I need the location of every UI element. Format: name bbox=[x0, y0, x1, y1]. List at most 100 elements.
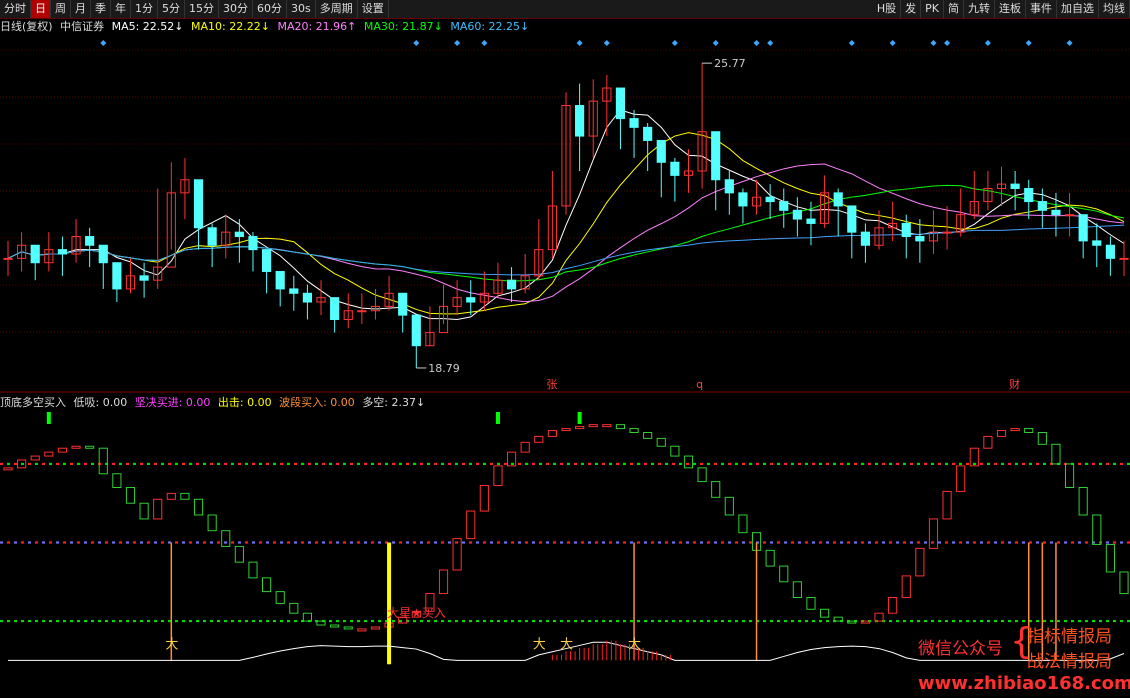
candle-body bbox=[575, 105, 585, 137]
oscillator-block bbox=[820, 608, 830, 618]
oscillator-block bbox=[738, 514, 748, 534]
signal-diamond bbox=[671, 40, 678, 46]
oscillator-block bbox=[438, 569, 449, 595]
oscillator-block bbox=[942, 490, 952, 520]
oscillator-block bbox=[1037, 432, 1047, 445]
oscillator-block bbox=[643, 432, 653, 439]
oscillator-block bbox=[792, 581, 802, 598]
candle-body bbox=[738, 192, 748, 207]
event-marker: q bbox=[696, 378, 703, 391]
oscillator-block bbox=[493, 465, 503, 487]
signal-diamond bbox=[603, 40, 610, 46]
candle-body bbox=[901, 222, 911, 238]
runner-icon: 大 bbox=[628, 638, 641, 653]
oscillator-block bbox=[983, 435, 993, 449]
signal-diamond bbox=[1066, 40, 1073, 46]
signal-diamond bbox=[930, 40, 937, 46]
wechat-watermark: 微信公众号 bbox=[918, 639, 1003, 659]
oscillator-block bbox=[234, 545, 244, 563]
candle-body bbox=[833, 192, 843, 207]
oscillator-block bbox=[724, 496, 734, 516]
candle-body bbox=[765, 196, 775, 203]
top-green-marker bbox=[495, 412, 500, 424]
max-price-label: 25.77 bbox=[714, 57, 746, 70]
oscillator-block bbox=[1051, 443, 1061, 465]
oscillator-block bbox=[561, 428, 571, 432]
oscillator-block bbox=[1092, 514, 1102, 545]
signal-diamond bbox=[944, 40, 951, 46]
oscillator-block bbox=[330, 624, 340, 628]
kline-chart[interactable]: 25.7718.79张 q 财大星★买入大大大大 bbox=[0, 0, 1130, 698]
candle-body bbox=[193, 179, 204, 229]
candle-body bbox=[806, 218, 816, 224]
oscillator-block bbox=[139, 502, 149, 520]
oscillator-block bbox=[1024, 428, 1034, 434]
oscillator-block bbox=[289, 602, 299, 614]
oscillator-block bbox=[656, 437, 666, 447]
candle-body bbox=[1078, 214, 1088, 242]
oscillator-block bbox=[779, 565, 789, 583]
runner-icon: 大 bbox=[165, 638, 178, 653]
oscillator-block bbox=[874, 612, 884, 622]
signal-diamond bbox=[984, 40, 991, 46]
oscillator-block bbox=[30, 455, 40, 461]
oscillator-block bbox=[1010, 428, 1020, 432]
oscillator-block bbox=[262, 577, 272, 593]
oscillator-block bbox=[193, 498, 204, 516]
candle-body bbox=[330, 297, 340, 320]
oscillator-block bbox=[248, 561, 258, 579]
candle-body bbox=[112, 262, 122, 290]
oscillator-block bbox=[629, 428, 639, 434]
candle-body bbox=[506, 279, 517, 290]
oscillator-block bbox=[466, 510, 476, 540]
oscillator-block bbox=[343, 626, 353, 630]
oscillator-block bbox=[915, 547, 925, 577]
candle-body bbox=[643, 126, 653, 141]
oscillator-block bbox=[44, 451, 54, 457]
candle-body bbox=[1051, 209, 1061, 216]
candle-body bbox=[1119, 257, 1129, 260]
oscillator-block bbox=[85, 445, 95, 449]
oscillator-block bbox=[615, 424, 626, 430]
signal-diamond bbox=[576, 40, 583, 46]
candle-body bbox=[779, 201, 789, 211]
candle-body bbox=[860, 231, 870, 246]
top-green-marker bbox=[577, 412, 582, 424]
oscillator-block bbox=[3, 467, 13, 471]
oscillator-block bbox=[1064, 463, 1075, 488]
signal-diamond bbox=[100, 40, 107, 46]
oscillator-block bbox=[153, 498, 163, 520]
oscillator-block bbox=[888, 597, 898, 614]
candle-body bbox=[357, 310, 367, 313]
runner-icon: 大 bbox=[560, 638, 573, 653]
event-marker: 财 bbox=[1009, 377, 1020, 391]
oscillator-block bbox=[996, 430, 1007, 437]
oscillator-block bbox=[928, 518, 939, 549]
oscillator-block bbox=[479, 485, 489, 512]
candle-body bbox=[656, 139, 666, 163]
candle-body bbox=[30, 244, 40, 264]
star-buy-label: 大星★买入 bbox=[387, 606, 446, 620]
signal-diamond bbox=[767, 40, 774, 46]
oscillator-block bbox=[588, 424, 598, 428]
candle-body bbox=[207, 227, 217, 246]
candle-body bbox=[289, 288, 299, 294]
runner-icon: 大 bbox=[533, 638, 546, 653]
candle-body bbox=[1064, 214, 1075, 217]
candle-body bbox=[398, 292, 408, 316]
oscillator-block bbox=[806, 597, 816, 610]
oscillator-block bbox=[765, 549, 775, 567]
candle-body bbox=[724, 179, 734, 194]
oscillator-block bbox=[520, 441, 530, 453]
candle-body bbox=[466, 297, 476, 303]
watermark-line2: 战法情报局 bbox=[1027, 652, 1112, 672]
candle-body bbox=[1037, 201, 1047, 211]
candle-body bbox=[411, 314, 421, 347]
signal-diamond bbox=[712, 40, 719, 46]
oscillator-block bbox=[275, 591, 285, 604]
signal-diamond bbox=[848, 40, 855, 46]
oscillator-block bbox=[98, 447, 108, 475]
signal-diamond bbox=[753, 40, 760, 46]
oscillator-block bbox=[125, 487, 136, 504]
candle-body bbox=[248, 236, 258, 251]
